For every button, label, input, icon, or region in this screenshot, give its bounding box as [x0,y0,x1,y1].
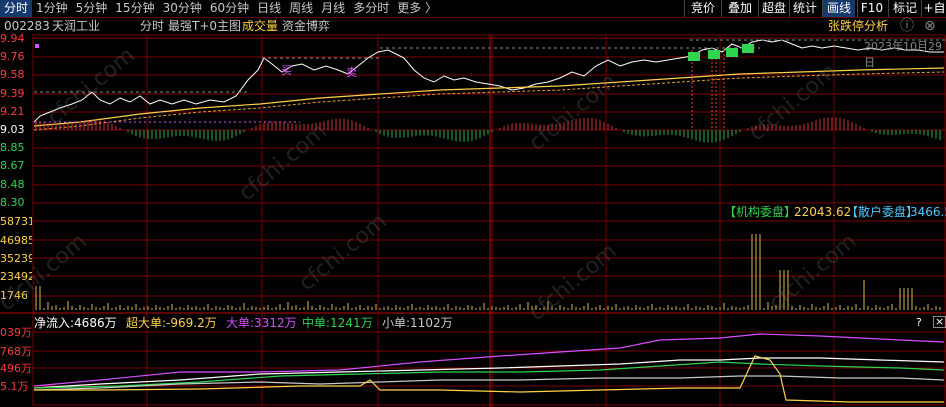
signal-badge [726,48,738,57]
net-inflow: 净流入:4686万 [34,316,117,330]
buy-signal: 买 [281,64,292,77]
small-order: 小单:1102万 [382,316,453,330]
date-stamp: 2023年10月29日 [864,40,942,69]
large-order-line [33,333,945,387]
medium-order: 中单:1241万 [302,316,373,330]
intraday-chart [0,34,946,407]
flow-help-icon[interactable]: ? [916,316,922,330]
super-large-order: 超大单:-969.2万 [126,316,217,330]
sell-signal: 卖 [346,66,357,79]
super-large-order-line [34,355,944,403]
cursor-marker-icon [35,44,39,48]
signal-badge [688,52,700,61]
retail-value: 3466.5 [910,205,946,219]
signal-badge [708,50,720,59]
retail-label: 【散户委盘】 [846,205,919,219]
large-order: 大单:3312万 [226,316,297,330]
institution-value: 22043.62 [794,205,852,219]
signal-badge [742,44,754,53]
institution-label: 【机构委盘】 [724,205,797,219]
flow-close-icon[interactable]: × [933,316,946,328]
